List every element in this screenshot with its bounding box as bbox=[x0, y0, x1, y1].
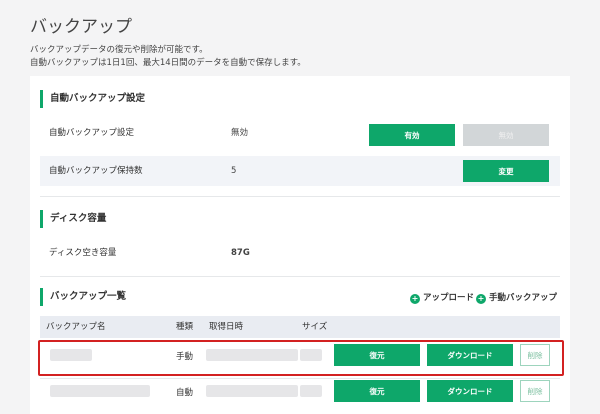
disable-button[interactable]: 無効 bbox=[463, 124, 549, 146]
retention-label: 自動バックアップ保持数 bbox=[49, 166, 143, 176]
upload-label: アップロード bbox=[423, 293, 475, 303]
manual-backup-label: 手動バックアップ bbox=[489, 293, 558, 303]
backup-list-section-title: バックアップ一覧 bbox=[40, 288, 126, 306]
divider bbox=[40, 196, 560, 197]
auto-backup-section-title: 自動バックアップ設定 bbox=[40, 90, 145, 108]
manual-backup-link[interactable]: + 手動バックアップ bbox=[476, 292, 557, 304]
disk-free-value: 87G bbox=[231, 248, 250, 258]
disk-section-title: ディスク容量 bbox=[40, 210, 106, 228]
plus-circle-icon: + bbox=[410, 294, 420, 304]
retention-value: 5 bbox=[231, 166, 237, 176]
backup-date-redacted bbox=[206, 385, 298, 397]
page-title: バックアップ bbox=[30, 17, 132, 37]
page-description-2: 自動バックアップは1日1回、最大14日間のデータを自動で保存します。 bbox=[30, 58, 306, 68]
disk-free-label: ディスク空き容量 bbox=[49, 248, 117, 258]
plus-circle-icon: + bbox=[476, 294, 486, 304]
restore-button[interactable]: 復元 bbox=[334, 344, 420, 366]
auto-backup-setting-value: 無効 bbox=[231, 128, 249, 138]
backup-size-redacted bbox=[300, 349, 322, 361]
enable-button[interactable]: 有効 bbox=[369, 124, 455, 146]
divider bbox=[40, 378, 560, 379]
backup-type: 手動 bbox=[176, 352, 194, 362]
download-button[interactable]: ダウンロード bbox=[427, 380, 513, 402]
disk-free-row: ディスク空き容量 87G bbox=[40, 238, 560, 268]
column-header: サイズ bbox=[302, 322, 328, 332]
backup-card: 自動バックアップ設定 自動バックアップ設定 無効 有効 無効 自動バックアップ保… bbox=[30, 76, 570, 414]
download-button[interactable]: ダウンロード bbox=[427, 344, 513, 366]
delete-button[interactable]: 削除 bbox=[520, 344, 550, 366]
backup-name-redacted bbox=[50, 385, 150, 397]
retention-row: 自動バックアップ保持数 5 変更 bbox=[40, 156, 560, 186]
backup-name-redacted bbox=[50, 349, 92, 361]
auto-backup-setting-row: 自動バックアップ設定 無効 有効 無効 bbox=[40, 118, 560, 148]
backup-type: 自動 bbox=[176, 388, 194, 398]
page-description: バックアップデータの復元や削除が可能です。 bbox=[30, 45, 208, 55]
auto-backup-setting-label: 自動バックアップ設定 bbox=[49, 128, 135, 138]
restore-button[interactable]: 復元 bbox=[334, 380, 420, 402]
divider bbox=[40, 276, 560, 277]
delete-button[interactable]: 削除 bbox=[520, 380, 550, 402]
backup-date-redacted bbox=[206, 349, 298, 361]
change-button[interactable]: 変更 bbox=[463, 160, 549, 182]
backup-size-redacted bbox=[300, 385, 322, 397]
column-header: 取得日時 bbox=[209, 322, 244, 332]
column-header: 種類 bbox=[176, 322, 194, 332]
table-header: バックアップ名 種類 取得日時 サイズ bbox=[40, 316, 560, 338]
upload-link[interactable]: + アップロード bbox=[410, 292, 474, 304]
column-header: バックアップ名 bbox=[46, 322, 106, 332]
